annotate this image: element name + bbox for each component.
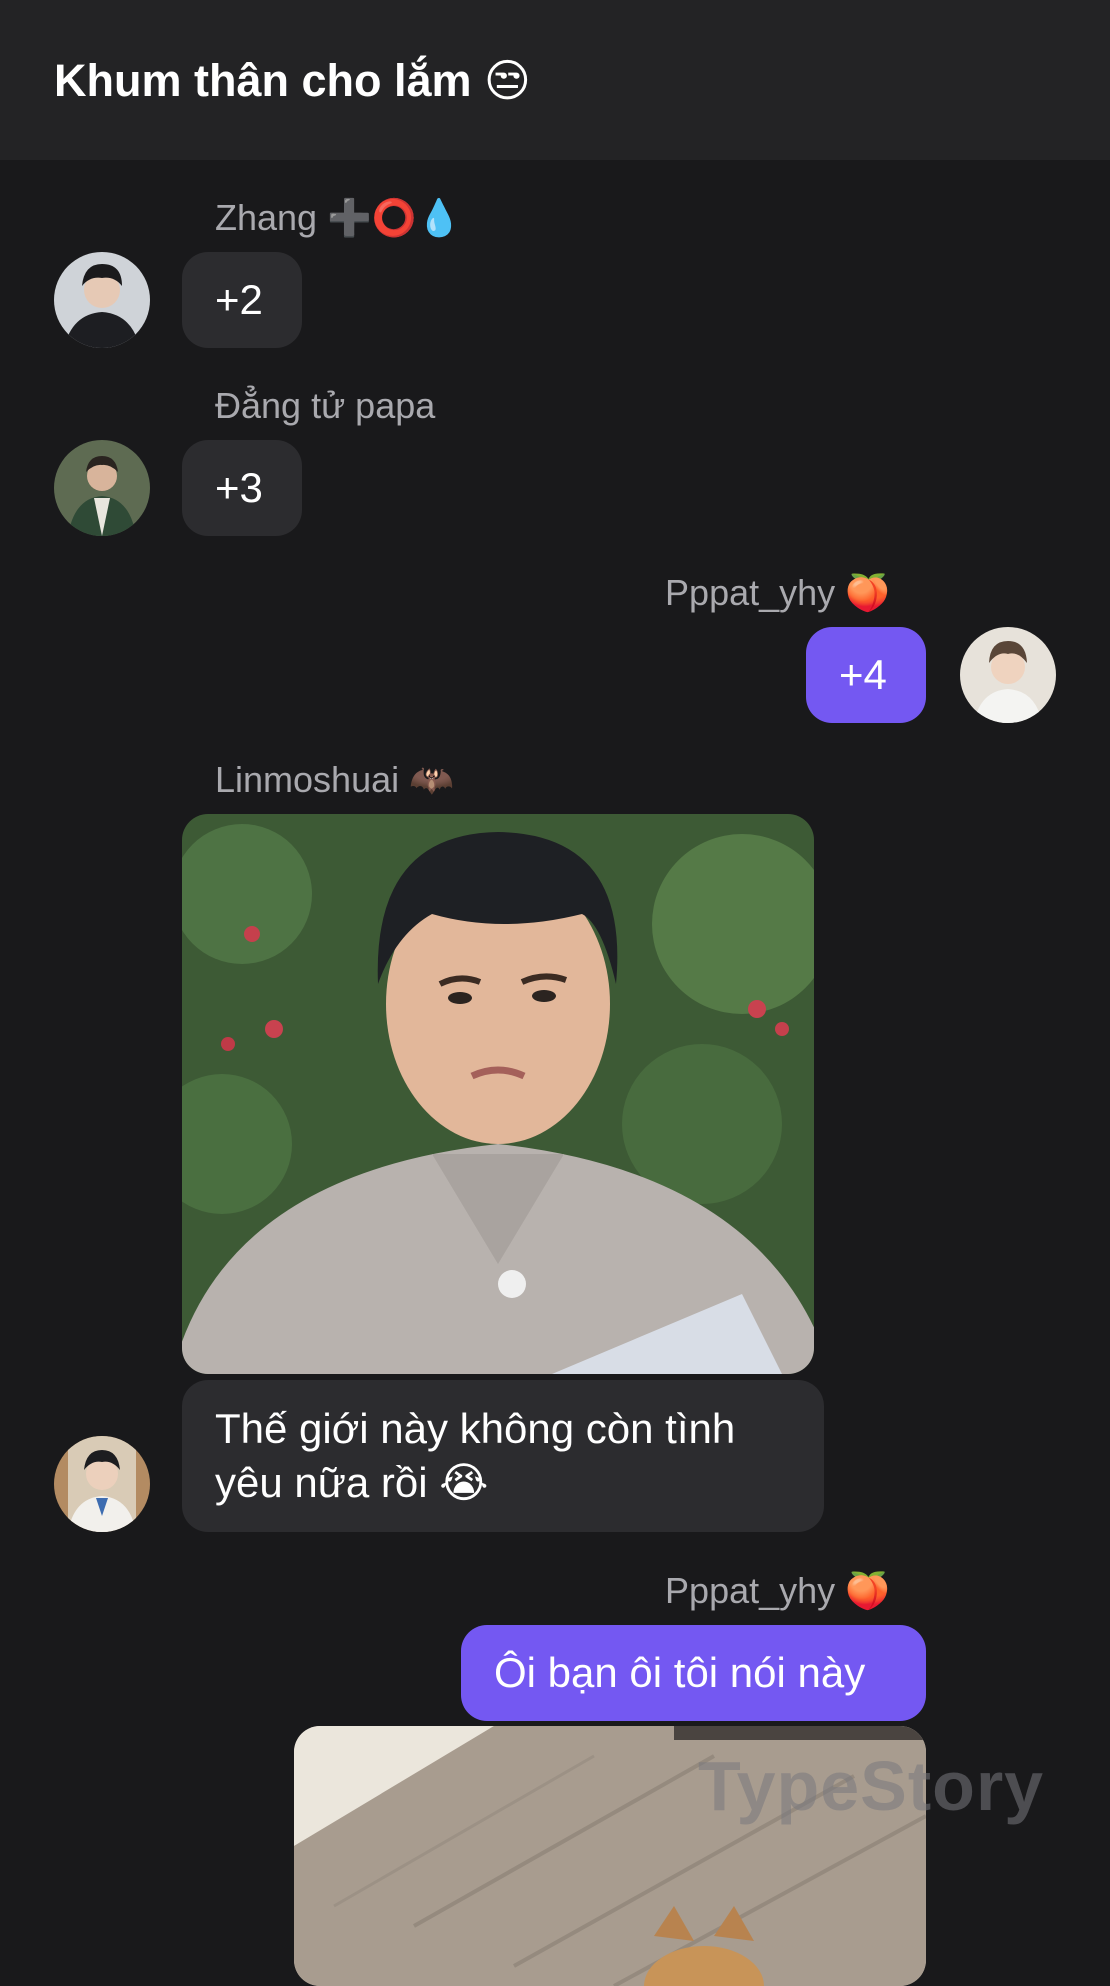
photo-attachment[interactable]	[182, 814, 814, 1374]
avatar[interactable]	[960, 627, 1056, 723]
message-bubble[interactable]: +2	[182, 252, 302, 348]
avatar[interactable]	[54, 440, 150, 536]
sender-name: Pppat_yhy 🍑	[665, 572, 890, 613]
message-text-line: yêu nữa rồi 😭	[215, 1459, 489, 1506]
sender-name: Zhang ➕⭕💧	[215, 197, 462, 238]
message-bubble[interactable]: +3	[182, 440, 302, 536]
message-text-line: Thế giới này không còn tình	[215, 1405, 736, 1452]
sender-name: Pppat_yhy 🍑	[665, 1570, 890, 1611]
chat-header: Khum thân cho lắm 😒	[0, 0, 1110, 160]
message-bubble[interactable]: +4	[806, 627, 926, 723]
message-bubble[interactable]: Thế giới này không còn tình yêu nữa rồi …	[182, 1380, 824, 1532]
message-bubble[interactable]: Ôi bạn ôi tôi nói này	[461, 1625, 926, 1721]
sender-name: Đẳng tử papa	[215, 385, 436, 426]
avatar[interactable]	[54, 252, 150, 348]
avatar[interactable]	[54, 1436, 150, 1532]
chat-title[interactable]: Khum thân cho lắm 😒	[54, 54, 531, 107]
watermark: TypeStory	[698, 1747, 1045, 1825]
sender-name: Linmoshuai 🦇	[215, 759, 454, 800]
